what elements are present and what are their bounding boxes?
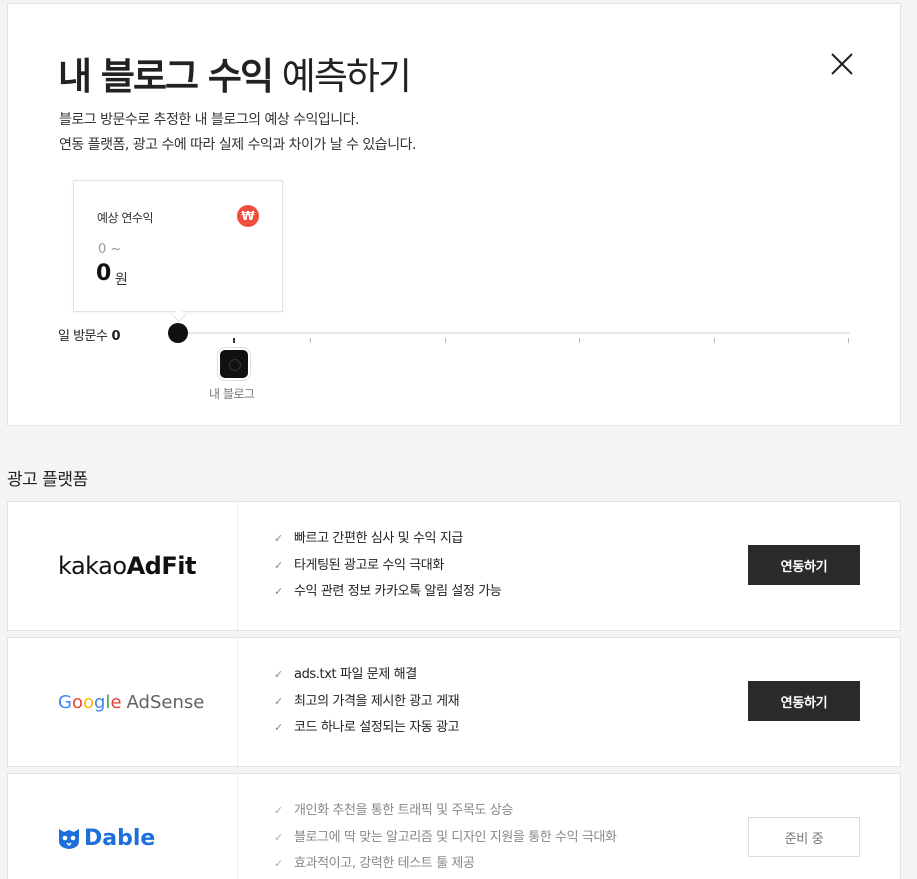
check-icon: ✓ bbox=[274, 668, 283, 682]
my-blog-label: 내 블로그 bbox=[209, 387, 255, 401]
slider-tick bbox=[445, 338, 446, 343]
list-item: ✓ 블로그에 딱 맞는 알고리즘 및 디자인 지원을 통한 수익 극대화 bbox=[274, 825, 617, 852]
feature-list: ✓ 빠르고 간편한 심사 및 수익 지급 ✓ 타게팅된 광고로 수익 극대화 ✓ 수익… bbox=[274, 502, 502, 630]
dable-logo: Dable bbox=[58, 774, 155, 879]
page-description: 블로그 방문수로 추정한 내 블로그의 예상 수익입니다. 연동 플랫폼, 광고… bbox=[59, 108, 416, 158]
dable-owl-icon bbox=[59, 829, 79, 849]
estimate-card: 예상 연수익 ₩ 0 ~ 0 원 bbox=[73, 180, 283, 323]
adsense-logo: Google AdSense bbox=[58, 638, 204, 766]
list-item: ✓ 효과적이고, 강력한 테스트 툴 제공 bbox=[274, 851, 617, 878]
feature-list: ✓ ads.txt 파일 문제 해결 ✓ 최고의 가격을 제시한 광고 게재 ✓ 코드… bbox=[274, 638, 460, 766]
won-icon: ₩ bbox=[237, 205, 259, 227]
google-letter: g bbox=[93, 691, 106, 713]
list-item: ✓ ads.txt 파일 문제 해결 bbox=[274, 662, 459, 689]
dable-logo-text: Dable bbox=[84, 825, 156, 851]
google-letter: o bbox=[82, 691, 94, 713]
list-item: ✓ 코드 하나로 설정되는 자동 광고 bbox=[274, 715, 460, 742]
adfit-logo: kakaoAdFit bbox=[58, 502, 196, 630]
platform-card-dable: Dable ✓ 개인화 추천을 통한 트래픽 및 주목도 상승 ✓ 블로그에 딱 맞… bbox=[7, 773, 901, 879]
daily-visits-text: 일 방문수 bbox=[58, 329, 108, 344]
adfit-logo-prefix: kakao bbox=[58, 552, 127, 580]
list-item: ✓ 최고의 가격을 제시한 광고 게재 bbox=[274, 689, 460, 716]
estimate-unit: 원 bbox=[115, 272, 128, 288]
feature-text: ads.txt 파일 문제 해결 bbox=[294, 667, 417, 683]
estimate-range: 0 ~ bbox=[98, 242, 122, 257]
list-item: ✓ 수익 관련 정보 카카오톡 알림 설정 가능 bbox=[274, 579, 502, 606]
platform-card-adfit: kakaoAdFit ✓ 빠르고 간편한 심사 및 수익 지급 ✓ 타게팅된 광고로… bbox=[7, 501, 901, 631]
check-icon: ✓ bbox=[274, 721, 283, 735]
adfit-logo-bold: AdFit bbox=[126, 552, 197, 580]
feature-text: 수익 관련 정보 카카오톡 알림 설정 가능 bbox=[294, 584, 502, 600]
google-letter: e bbox=[110, 691, 122, 713]
slider-tick bbox=[310, 338, 311, 343]
daily-visits-label: 일 방문수 0 bbox=[58, 325, 121, 344]
slider-tick bbox=[848, 338, 849, 343]
daily-visits-value: 0 bbox=[111, 329, 121, 344]
slider-tick-my-blog bbox=[233, 338, 235, 343]
close-icon bbox=[831, 53, 853, 75]
check-icon: ✓ bbox=[274, 585, 283, 599]
estimate-value: 0 bbox=[96, 261, 112, 286]
list-item: ✓ 개인화 추천을 통한 트래픽 및 주목도 상승 bbox=[274, 798, 617, 825]
google-letter: o bbox=[71, 691, 83, 713]
visits-slider-thumb[interactable] bbox=[168, 323, 188, 343]
adsense-logo-suffix: AdSense bbox=[126, 691, 205, 713]
page-title-bold: 내 블로그 수익 bbox=[58, 55, 274, 98]
feature-text: 타게팅된 광고로 수익 극대화 bbox=[294, 557, 444, 573]
connect-adsense-button[interactable]: 연동하기 bbox=[748, 681, 860, 721]
page-title-light: 예측하기 bbox=[281, 55, 412, 98]
divider bbox=[237, 502, 238, 630]
feature-text: 블로그에 딱 맞는 알고리즘 및 디자인 지원을 통한 수익 극대화 bbox=[294, 829, 617, 845]
list-item: ✓ 타게팅된 광고로 수익 극대화 bbox=[274, 553, 501, 580]
platform-card-adsense: Google AdSense ✓ ads.txt 파일 문제 해결 ✓ 최고의 가격을… bbox=[7, 637, 901, 767]
divider bbox=[237, 774, 238, 879]
slider-tick bbox=[714, 338, 715, 343]
divider bbox=[237, 638, 238, 766]
dable-preparing-button: 준비 중 bbox=[748, 817, 860, 857]
list-item: ✓ 빠르고 간편한 심사 및 수익 지급 bbox=[274, 526, 501, 553]
visits-slider-track[interactable] bbox=[178, 332, 850, 334]
check-icon: ✓ bbox=[274, 558, 283, 572]
google-letter: G bbox=[58, 691, 72, 713]
check-icon: ✓ bbox=[274, 804, 283, 818]
description-line-2: 연동 플랫폼, 광고 수에 따라 실제 수익과 차이가 날 수 있습니다. bbox=[59, 137, 416, 153]
ad-platform-section-title: 광고 플랫폼 bbox=[7, 470, 88, 490]
description-line-1: 블로그 방문수로 추정한 내 블로그의 예상 수익입니다. bbox=[59, 112, 360, 128]
my-blog-avatar bbox=[218, 348, 250, 380]
connect-adfit-button[interactable]: 연동하기 bbox=[748, 545, 860, 585]
feature-text: 효과적이고, 강력한 테스트 툴 제공 bbox=[294, 856, 475, 872]
slider-tick bbox=[579, 338, 580, 343]
feature-text: 빠르고 간편한 심사 및 수익 지급 bbox=[294, 531, 463, 547]
estimate-label: 예상 연수익 bbox=[97, 211, 154, 225]
feature-list: ✓ 개인화 추천을 통한 트래픽 및 주목도 상승 ✓ 블로그에 딱 맞는 알고리즘… bbox=[274, 774, 617, 879]
check-icon: ✓ bbox=[274, 857, 283, 871]
page-title: 내 블로그 수익 예측하기 bbox=[58, 46, 412, 100]
feature-text: 개인화 추천을 통한 트래픽 및 주목도 상승 bbox=[294, 803, 513, 819]
feature-text: 최고의 가격을 제시한 광고 게재 bbox=[294, 693, 460, 709]
card-pointer bbox=[171, 307, 187, 323]
revenue-estimate-panel: 내 블로그 수익 예측하기 블로그 방문수로 추정한 내 블로그의 예상 수익입… bbox=[7, 3, 901, 426]
check-icon: ✓ bbox=[274, 694, 283, 708]
feature-text: 코드 하나로 설정되는 자동 광고 bbox=[294, 720, 460, 736]
close-button[interactable] bbox=[828, 50, 856, 78]
check-icon: ✓ bbox=[274, 532, 283, 546]
check-icon: ✓ bbox=[274, 830, 283, 844]
